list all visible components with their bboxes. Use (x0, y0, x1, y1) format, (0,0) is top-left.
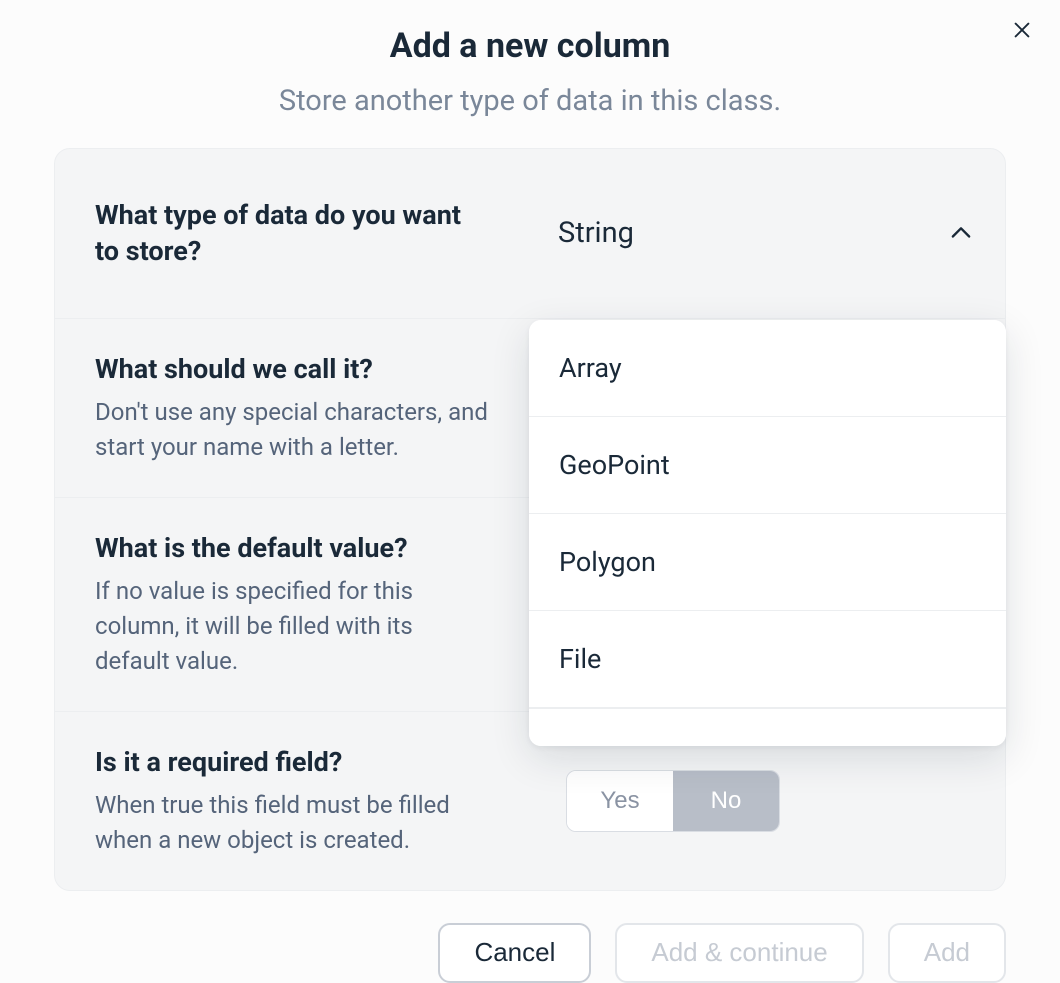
dialog-title: Add a new column (0, 26, 1060, 66)
row-default-value-title: What is the default value? (95, 530, 490, 566)
close-button[interactable] (1006, 14, 1038, 46)
row-data-type-control: String (530, 149, 1005, 318)
row-default-value-desc: If no value is specified for this column… (95, 574, 490, 678)
data-type-select[interactable]: String (558, 149, 977, 318)
row-data-type-label: What type of data do you want to store? (55, 149, 530, 318)
row-default-value-label: What is the default value? If no value i… (55, 498, 530, 711)
data-type-dropdown: Array GeoPoint Polygon File (529, 320, 1006, 746)
row-column-name-label: What should we call it? Don't use any sp… (55, 319, 530, 497)
close-icon (1011, 19, 1033, 41)
data-type-selected-value: String (558, 216, 945, 250)
dropdown-item-file[interactable]: File (529, 611, 1006, 708)
dialog-footer: Cancel Add & continue Add (0, 891, 1060, 983)
required-no-button[interactable]: No (673, 771, 779, 831)
dialog-subtitle: Store another type of data in this class… (0, 84, 1060, 118)
row-required-desc: When true this field must be filled when… (95, 788, 490, 858)
row-data-type-title: What type of data do you want to store? (95, 197, 490, 270)
row-column-name-title: What should we call it? (95, 351, 490, 387)
dropdown-item-array[interactable]: Array (529, 320, 1006, 417)
dropdown-item-polygon[interactable]: Polygon (529, 514, 1006, 611)
required-toggle: Yes No (566, 770, 780, 832)
chevron-up-icon (945, 217, 977, 249)
cancel-button[interactable]: Cancel (438, 923, 591, 983)
dropdown-more-indicator (529, 708, 1006, 746)
row-required-title: Is it a required field? (95, 744, 490, 780)
dialog-header: Add a new column Store another type of d… (0, 0, 1060, 148)
required-yes-button[interactable]: Yes (567, 771, 673, 831)
dropdown-item-geopoint[interactable]: GeoPoint (529, 417, 1006, 514)
row-column-name-desc: Don't use any special characters, and st… (95, 395, 490, 465)
add-button[interactable]: Add (888, 923, 1006, 983)
add-continue-button[interactable]: Add & continue (615, 923, 863, 983)
row-required-label: Is it a required field? When true this f… (55, 712, 530, 890)
row-data-type: What type of data do you want to store? … (55, 149, 1005, 319)
